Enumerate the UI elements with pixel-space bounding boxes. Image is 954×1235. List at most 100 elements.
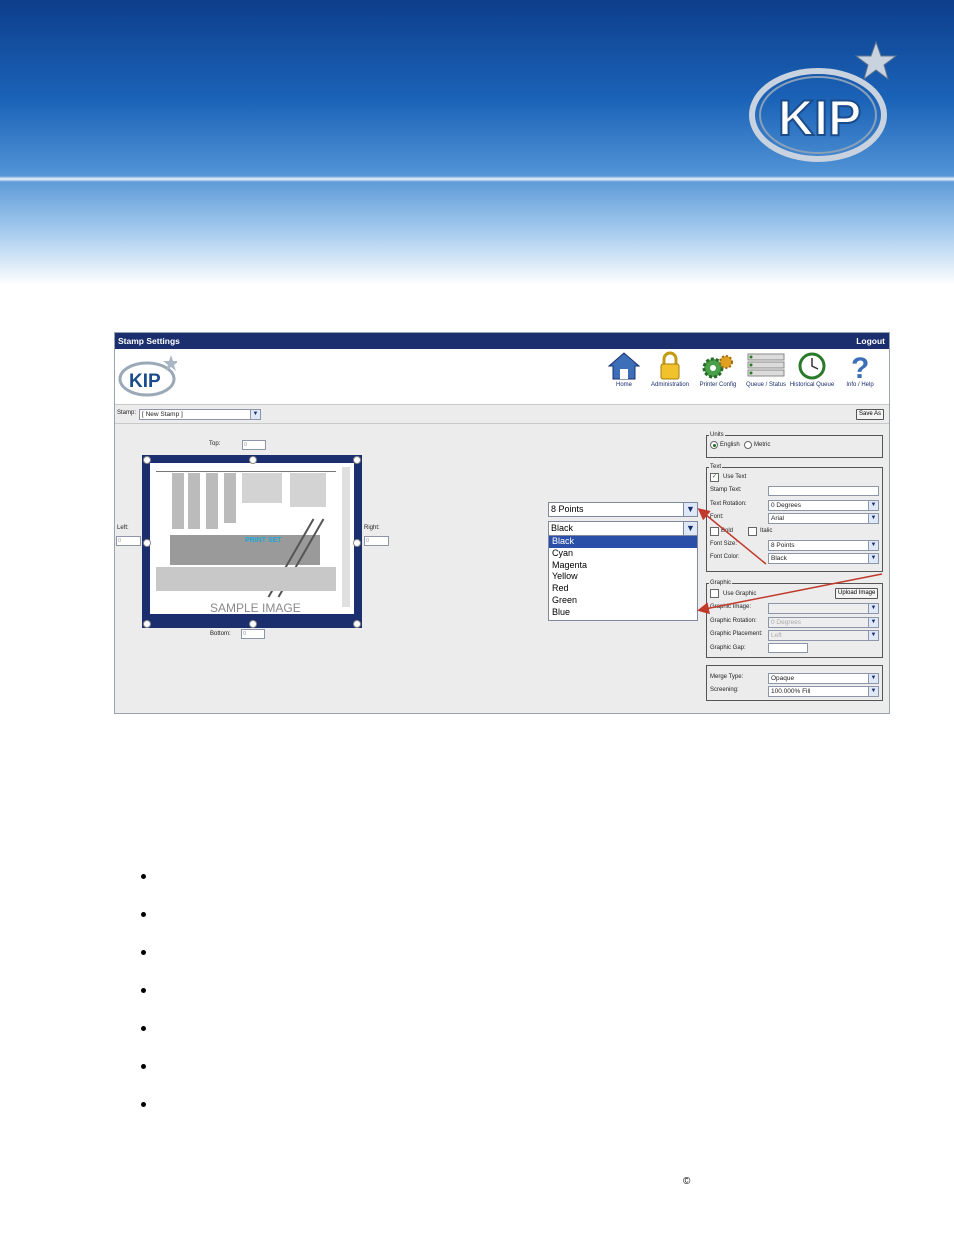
screening-select[interactable]: 100.000% Fill ▼ bbox=[768, 686, 879, 697]
administration-label: Administration bbox=[650, 382, 689, 388]
bottom-label: Bottom: bbox=[210, 631, 231, 637]
padlock-icon bbox=[660, 351, 680, 380]
use-text-checkbox[interactable]: ✓ bbox=[710, 473, 719, 482]
preview-stamp-text: PRINT SET bbox=[245, 537, 282, 544]
printer-config-button[interactable]: Printer Config bbox=[693, 351, 743, 388]
screening-label: Screening: bbox=[710, 687, 739, 693]
svg-text:?: ? bbox=[851, 352, 869, 381]
top-field[interactable]: 0 bbox=[242, 440, 266, 450]
resize-handle[interactable] bbox=[249, 620, 257, 628]
home-label: Home bbox=[615, 382, 632, 388]
resize-handle[interactable] bbox=[143, 620, 151, 628]
bullet-point bbox=[141, 988, 146, 993]
graphic-placement-value: Left bbox=[771, 632, 782, 639]
stamp-text-input[interactable] bbox=[768, 486, 879, 496]
kip-small-logo: KIP bbox=[118, 355, 177, 397]
stamp-row: Stamp: [ New Stamp ] ▼ Save As bbox=[115, 405, 889, 424]
queue-list-icon bbox=[747, 353, 785, 377]
merge-type-select[interactable]: Opaque ▼ bbox=[768, 673, 879, 684]
info-help-label: Info / Help bbox=[846, 382, 874, 388]
metric-label: Metric bbox=[754, 442, 771, 448]
toolbar: KIP Home Administration Printer Config Q… bbox=[115, 349, 889, 405]
bullet-point bbox=[141, 950, 146, 955]
save-as-button[interactable]: Save As bbox=[856, 409, 885, 420]
color-option-blue[interactable]: Blue bbox=[549, 607, 697, 619]
color-option-red[interactable]: Red bbox=[549, 583, 697, 595]
graphic-placement-label: Graphic Placement: bbox=[710, 631, 763, 637]
historical-queue-button[interactable]: Historical Queue bbox=[787, 351, 837, 388]
color-dropdown-list: Black Cyan Magenta Yellow Red Green Blue bbox=[548, 535, 698, 621]
zoom-font-color-select[interactable]: Black ▼ bbox=[548, 521, 698, 536]
zoom-font-size-select[interactable]: 8 Points ▼ bbox=[548, 502, 698, 517]
bullet-point bbox=[141, 912, 146, 917]
callout-arrows bbox=[697, 508, 883, 615]
english-label: English bbox=[720, 442, 740, 448]
right-field[interactable]: 0 bbox=[364, 536, 389, 546]
resize-handle[interactable] bbox=[143, 539, 151, 547]
home-icon bbox=[607, 352, 641, 380]
clock-history-icon bbox=[798, 352, 826, 380]
graphic-placement-select[interactable]: Left ▼ bbox=[768, 630, 879, 641]
color-option-cyan[interactable]: Cyan bbox=[549, 548, 697, 560]
chevron-down-icon: ▼ bbox=[250, 410, 260, 419]
resize-handle[interactable] bbox=[353, 456, 361, 464]
left-label: Left: bbox=[117, 525, 129, 531]
question-icon: ? bbox=[851, 352, 869, 381]
graphic-gap-input[interactable] bbox=[768, 643, 808, 653]
merge-type-label: Merge Type: bbox=[710, 674, 744, 680]
stamp-label: Stamp: bbox=[117, 410, 137, 416]
historical-queue-label: Historical Queue bbox=[789, 382, 835, 388]
stamp-preview: PRINT SET SAMPLE IMAGE bbox=[142, 455, 362, 628]
units-group: Units English Metric bbox=[706, 432, 883, 458]
resize-handle[interactable] bbox=[353, 539, 361, 547]
merge-type-value: Opaque bbox=[771, 675, 795, 682]
drawing-sheet: PRINT SET SAMPLE IMAGE bbox=[150, 463, 354, 615]
use-text-label: Use Text bbox=[723, 474, 747, 480]
chevron-down-icon: ▼ bbox=[868, 674, 878, 683]
color-option-yellow[interactable]: Yellow bbox=[549, 571, 697, 583]
logout-link[interactable]: Logout bbox=[856, 336, 885, 346]
color-option-magenta[interactable]: Magenta bbox=[549, 560, 697, 572]
right-label: Right: bbox=[364, 525, 380, 531]
home-button[interactable]: Home bbox=[599, 351, 649, 388]
bullet-point bbox=[141, 1064, 146, 1069]
title-bar: Stamp Settings Logout bbox=[115, 333, 889, 349]
chevron-down-icon: ▼ bbox=[868, 631, 878, 640]
queue-status-label: Queue / Status bbox=[745, 382, 787, 388]
resize-handle[interactable] bbox=[249, 456, 257, 464]
stamp-select-value: [ New Stamp ] bbox=[142, 411, 183, 418]
english-radio[interactable] bbox=[710, 441, 718, 449]
administration-button[interactable]: Administration bbox=[645, 351, 695, 388]
banner-stripe bbox=[0, 176, 954, 182]
metric-radio[interactable] bbox=[744, 441, 752, 449]
top-label: Top: bbox=[209, 441, 221, 447]
queue-status-button[interactable]: Queue / Status bbox=[741, 351, 791, 388]
copyright-symbol: © bbox=[683, 1176, 691, 1187]
left-field[interactable]: 0 bbox=[116, 536, 141, 546]
svg-text:KIP: KIP bbox=[778, 90, 861, 146]
info-help-button[interactable]: ? Info / Help bbox=[835, 351, 885, 388]
color-option-black[interactable]: Black bbox=[549, 536, 697, 548]
resize-handle[interactable] bbox=[353, 620, 361, 628]
stamp-select[interactable]: [ New Stamp ] ▼ bbox=[139, 409, 261, 420]
gears-icon bbox=[702, 355, 733, 379]
bullet-point bbox=[141, 1102, 146, 1107]
merge-group: Merge Type: Opaque ▼ Screening: 100.000% … bbox=[706, 665, 883, 701]
resize-handle[interactable] bbox=[143, 456, 151, 464]
text-legend: Text bbox=[710, 464, 722, 470]
zoom-font-size-value: 8 Points bbox=[551, 504, 584, 514]
stamp-text-label: Stamp Text: bbox=[710, 487, 742, 493]
chevron-down-icon: ▼ bbox=[868, 687, 878, 696]
bullet-point bbox=[141, 874, 146, 879]
screening-value: 100.000% Fill bbox=[771, 688, 811, 695]
bullet-point bbox=[141, 1026, 146, 1031]
zoom-font-color-value: Black bbox=[551, 523, 574, 533]
color-option-green[interactable]: Green bbox=[549, 595, 697, 607]
window-title: Stamp Settings bbox=[118, 336, 180, 346]
graphic-rotation-value: 0 Degrees bbox=[771, 619, 801, 626]
printer-config-label: Printer Config bbox=[699, 382, 737, 388]
bottom-field[interactable]: 0 bbox=[241, 629, 265, 639]
units-legend: Units bbox=[710, 432, 724, 438]
kip-logo: KIP bbox=[749, 40, 898, 162]
svg-text:KIP: KIP bbox=[129, 371, 161, 392]
